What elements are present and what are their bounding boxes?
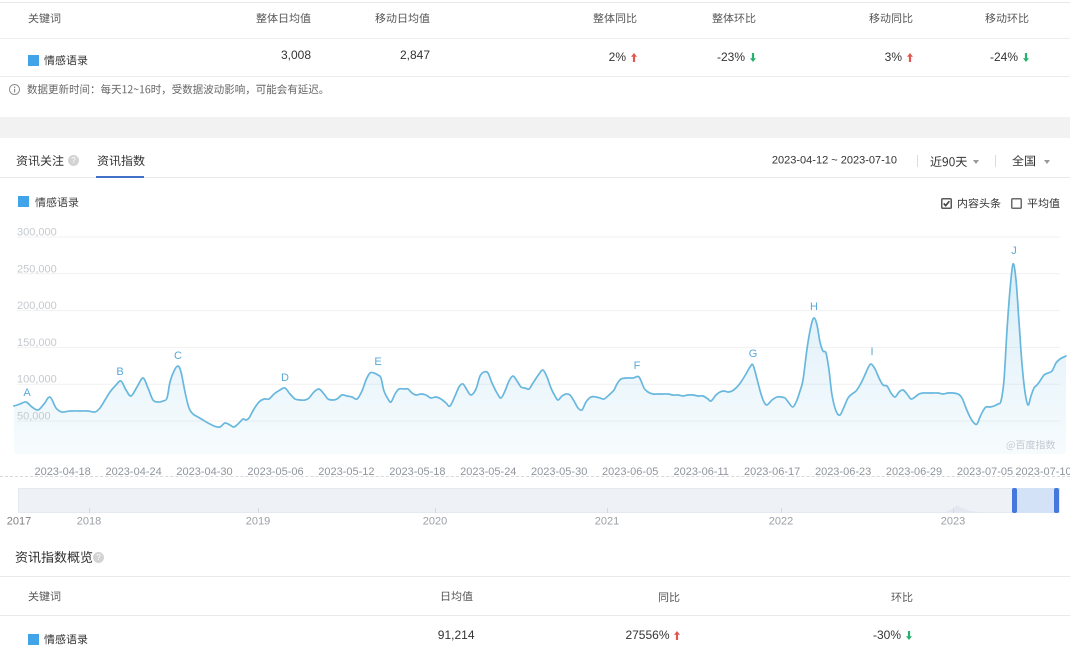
svg-text:H: H bbox=[810, 301, 818, 313]
svg-text:I: I bbox=[870, 346, 873, 358]
svg-text:250,000: 250,000 bbox=[17, 263, 57, 275]
svg-text:?: ? bbox=[96, 553, 101, 562]
svg-text:E: E bbox=[374, 356, 381, 368]
svg-text:100,000: 100,000 bbox=[17, 374, 57, 386]
svg-text:300,000: 300,000 bbox=[17, 227, 57, 239]
svg-text:C: C bbox=[174, 350, 182, 362]
svg-text:G: G bbox=[749, 348, 758, 360]
svg-text:50,000: 50,000 bbox=[17, 411, 51, 423]
svg-text:200,000: 200,000 bbox=[17, 300, 57, 312]
svg-text:J: J bbox=[1011, 245, 1017, 257]
svg-text:150,000: 150,000 bbox=[17, 337, 57, 349]
svg-text:D: D bbox=[281, 372, 289, 384]
svg-text:?: ? bbox=[71, 156, 76, 165]
svg-text:B: B bbox=[116, 366, 123, 378]
svg-text:F: F bbox=[634, 360, 641, 372]
svg-text:A: A bbox=[23, 387, 31, 399]
